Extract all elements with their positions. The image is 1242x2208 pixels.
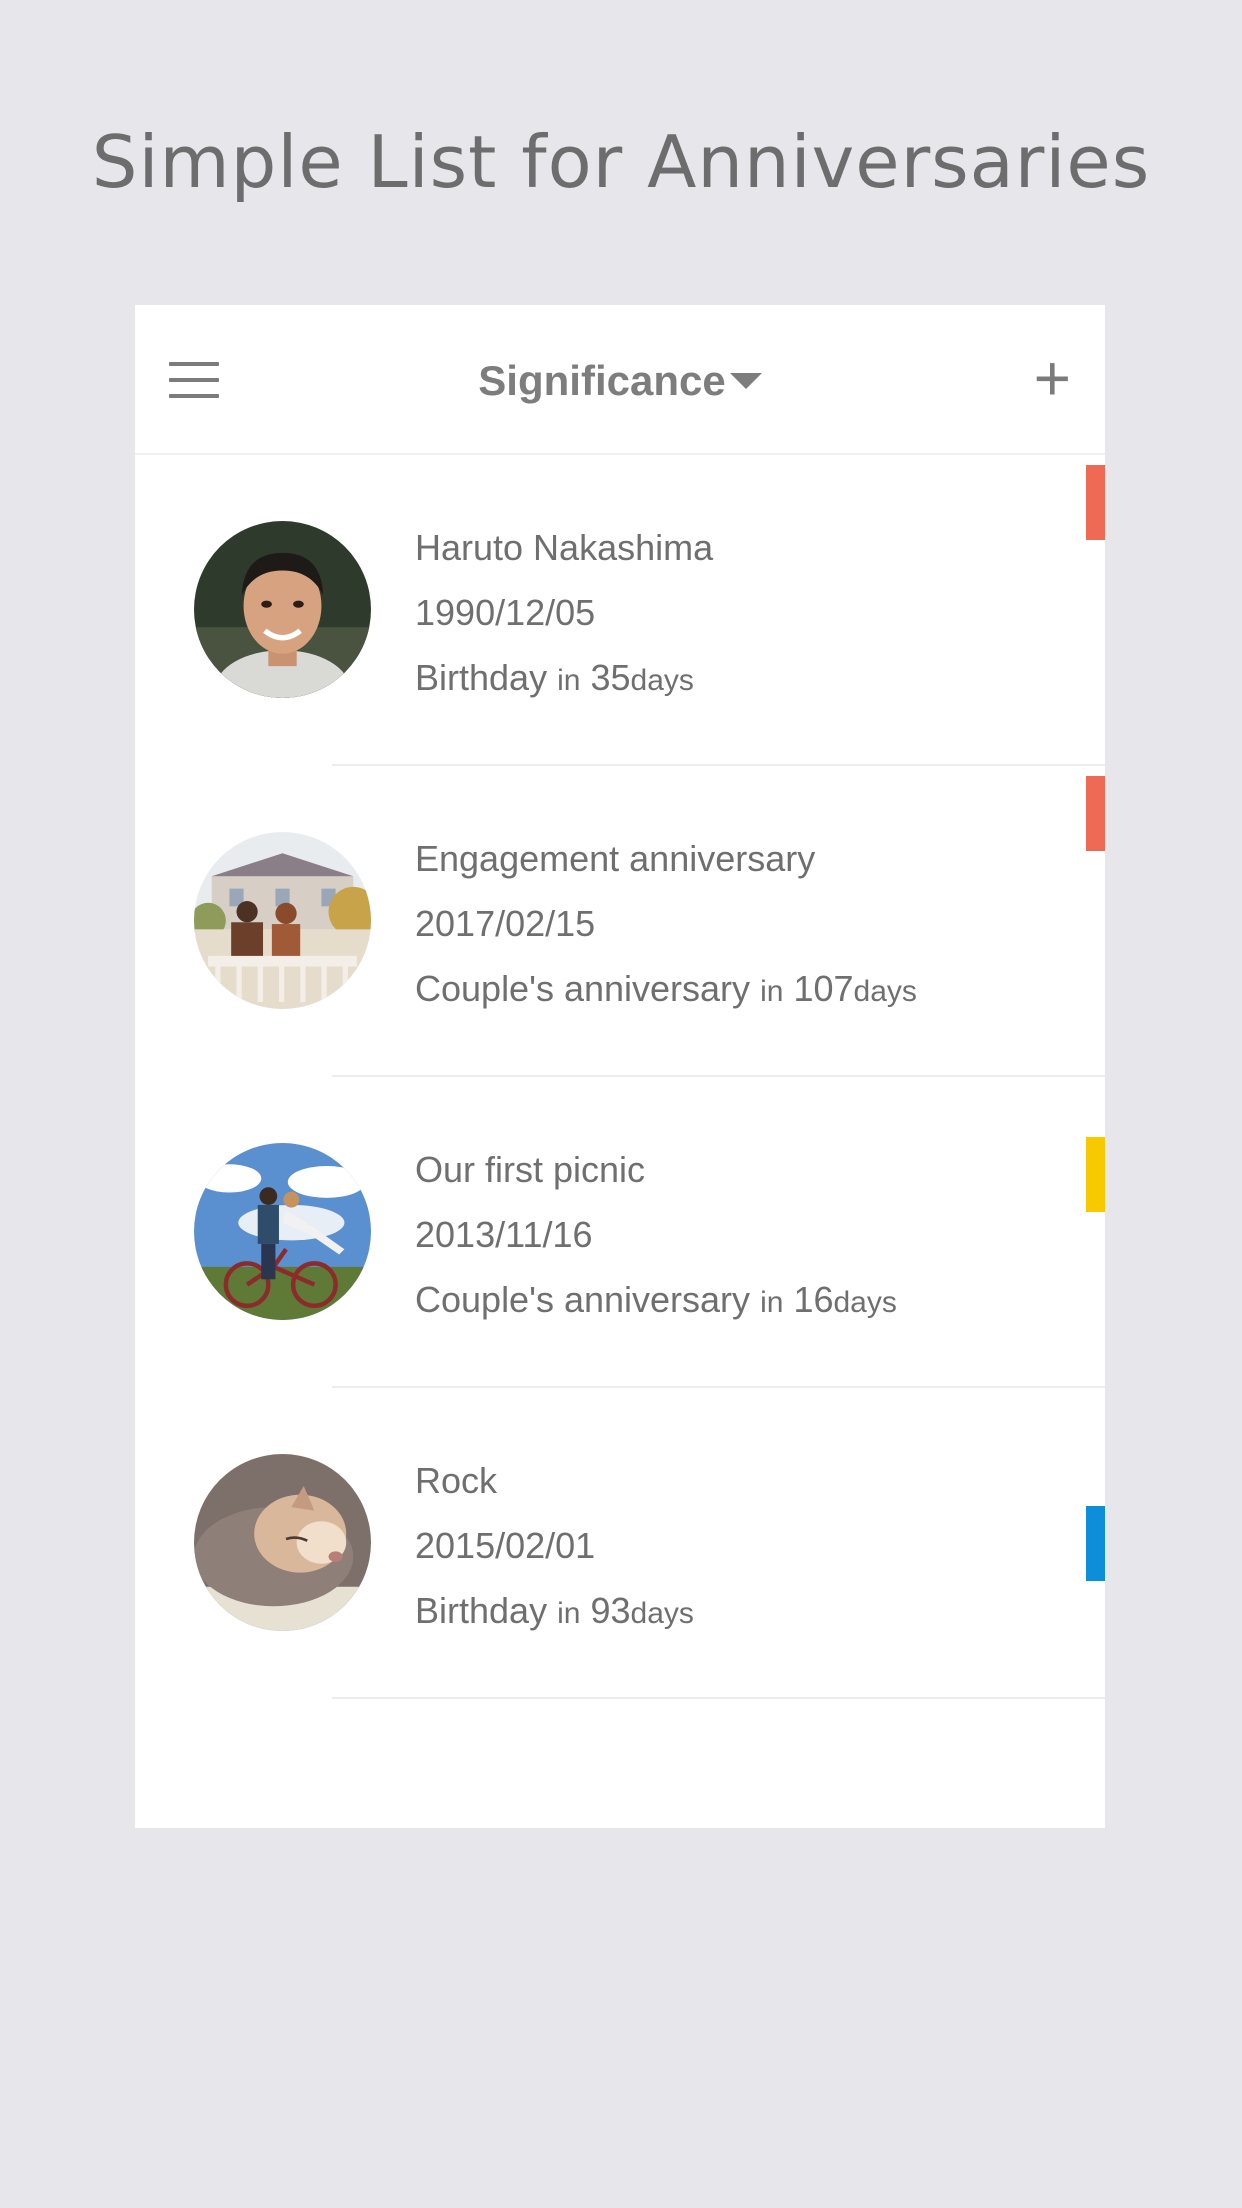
app-screen: Significance + Haruto Nakashima 1990/12/… [135, 305, 1105, 1828]
item-title: Our first picnic [415, 1149, 646, 1190]
item-countdown: Birthday in 93days [415, 1578, 694, 1646]
avatar-photo-picnic-bicycle [194, 1143, 371, 1320]
significance-tag [1086, 465, 1105, 540]
item-type: Couple's anniversary [415, 968, 751, 1009]
list-item[interactable]: Our first picnic 2013/11/16 Couple's ann… [135, 1077, 1105, 1388]
item-title: Rock [415, 1460, 498, 1501]
item-type: Birthday [415, 657, 548, 698]
list-item[interactable]: Rock 2015/02/01 Birthday in 93days [135, 1388, 1105, 1699]
item-countdown: Couple's anniversary in 107days [415, 956, 917, 1024]
sort-dropdown[interactable]: Significance [135, 357, 1105, 405]
item-countdown: Birthday in 35days [415, 645, 713, 713]
in-word: in [557, 1597, 581, 1630]
item-date: 2015/02/01 [415, 1525, 596, 1566]
days-count: 35 [590, 657, 631, 698]
avatar-photo-cat [194, 1454, 371, 1631]
days-word: days [630, 1597, 694, 1630]
significance-tag [1086, 1506, 1105, 1581]
add-button[interactable]: + [1034, 346, 1071, 410]
in-word: in [557, 664, 581, 697]
in-word: in [760, 1286, 784, 1319]
days-count: 93 [590, 1590, 631, 1631]
app-bar: Significance + [135, 305, 1105, 455]
item-title: Haruto Nakashima [415, 527, 714, 568]
list-item[interactable]: Haruto Nakashima 1990/12/05 Birthday in … [135, 455, 1105, 766]
anniversary-list: Haruto Nakashima 1990/12/05 Birthday in … [135, 455, 1105, 1699]
significance-tag [1086, 776, 1105, 851]
item-type: Couple's anniversary [415, 1279, 751, 1320]
item-type: Birthday [415, 1590, 548, 1631]
days-count: 16 [793, 1279, 834, 1320]
significance-tag [1086, 1137, 1105, 1212]
item-date: 2013/11/16 [415, 1214, 593, 1255]
sort-label: Significance [478, 357, 726, 404]
divider [332, 1697, 1105, 1699]
list-item[interactable]: Engagement anniversary 2017/02/15 Couple… [135, 766, 1105, 1077]
item-title: Engagement anniversary [415, 838, 816, 879]
in-word: in [760, 975, 784, 1008]
caret-down-icon [729, 372, 762, 389]
days-word: days [853, 975, 917, 1008]
item-date: 1990/12/05 [415, 592, 596, 633]
avatar-photo-couple-bench [194, 832, 371, 1009]
days-count: 107 [793, 968, 854, 1009]
days-word: days [833, 1286, 897, 1319]
page-headline: Simple List for Anniversaries [91, 120, 1151, 204]
avatar-photo-man [194, 521, 371, 698]
item-date: 2017/02/15 [415, 903, 596, 944]
item-countdown: Couple's anniversary in 16days [415, 1267, 897, 1335]
days-word: days [630, 664, 694, 697]
